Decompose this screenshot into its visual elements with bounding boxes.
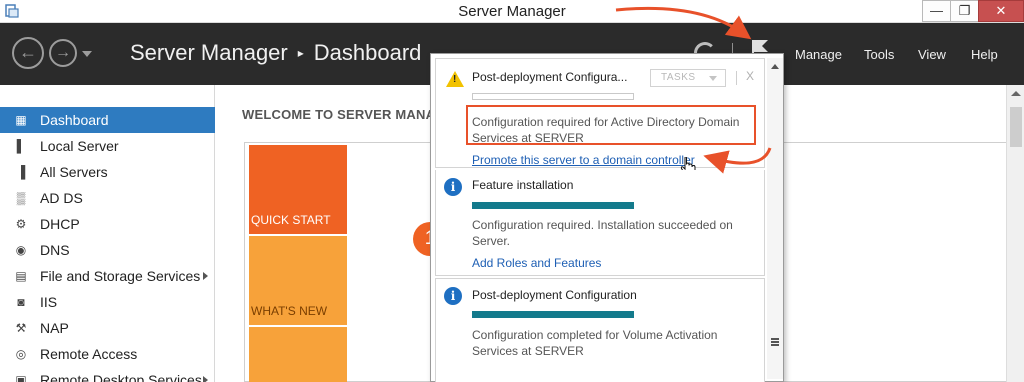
scroll-thumb[interactable] <box>1010 107 1022 147</box>
tasks-label: TASKS <box>661 72 696 83</box>
sidebar-item-remote-access[interactable]: ◎ Remote Access <box>0 341 215 367</box>
file-storage-icon: ▤ <box>15 269 27 283</box>
chevron-down-icon <box>709 76 717 81</box>
breadcrumb-current: Dashboard <box>313 40 422 65</box>
info-icon: i <box>444 287 462 305</box>
notification-card-feature-installation: i Feature installation Configuration req… <box>435 170 765 276</box>
window-titlebar: Server Manager — ❐ ✕ <box>0 0 1024 23</box>
expand-arrow-icon[interactable] <box>203 272 208 280</box>
sidebar-item-nap[interactable]: ⚒ NAP <box>0 315 215 341</box>
forward-button[interactable]: → <box>49 39 77 67</box>
sidebar-item-label: Dashboard <box>40 112 109 128</box>
notification-description: Configuration completed for Volume Activ… <box>472 328 718 358</box>
notification-card-post-deployment-volume: i Post-deployment Configuration Configur… <box>435 278 765 382</box>
sidebar-item-dashboard[interactable]: ▦ Dashboard <box>0 107 215 133</box>
main-scrollbar[interactable] <box>1006 85 1024 382</box>
notification-description: Configuration required. Installation suc… <box>472 218 733 248</box>
sidebar-item-label: IIS <box>40 294 58 310</box>
sidebar-item-dns[interactable]: ◉ DNS <box>0 237 215 263</box>
all-servers-icon: ▐ <box>16 165 26 179</box>
sidebar-item-iis[interactable]: ◙ IIS <box>0 289 215 315</box>
dismiss-notification-button[interactable]: X <box>746 69 754 83</box>
expand-arrow-icon[interactable] <box>203 376 208 382</box>
menu-view[interactable]: View <box>918 47 946 62</box>
window-title: Server Manager <box>458 3 566 20</box>
minimize-button[interactable]: — <box>922 0 951 22</box>
welcome-heading: WELCOME TO SERVER MANA <box>242 107 436 122</box>
iis-icon: ◙ <box>17 295 25 309</box>
tasks-dropdown[interactable]: TASKS <box>650 69 726 87</box>
arrow-left-icon: ← <box>19 42 37 62</box>
sidebar-item-label: AD DS <box>40 190 83 206</box>
notifications-popup: Post-deployment Configura... TASKS X Con… <box>430 53 784 382</box>
scroll-up-icon[interactable] <box>771 64 779 69</box>
tile-label: WHAT'S NEW <box>251 304 328 318</box>
sidebar-item-dhcp[interactable]: ⚙ DHCP <box>0 211 215 237</box>
sidebar-item-label: DNS <box>40 242 70 258</box>
sidebar-item-label: DHCP <box>40 216 80 232</box>
tile-label: QUICK START <box>251 213 331 227</box>
back-button[interactable]: ← <box>12 37 44 69</box>
remote-desktop-icon: ▣ <box>15 373 27 382</box>
progress-bar <box>472 202 634 209</box>
remote-access-icon: ◎ <box>15 347 27 361</box>
info-icon: i <box>444 178 462 196</box>
tile-learn-more[interactable] <box>249 327 347 382</box>
tile-whats-new[interactable]: WHAT'S NEW <box>249 236 347 325</box>
tile-quick-start[interactable]: QUICK START <box>249 145 347 234</box>
maximize-button[interactable]: ❐ <box>950 0 979 22</box>
warning-icon <box>446 71 464 87</box>
breadcrumb-separator-icon: ▸ <box>297 46 304 60</box>
notification-title: Post-deployment Configuration <box>472 288 637 302</box>
breadcrumb-root[interactable]: Server Manager <box>130 40 288 65</box>
promote-domain-controller-link[interactable]: Promote this server to a domain controll… <box>472 153 695 167</box>
dashboard-icon: ▦ <box>15 113 27 127</box>
sidebar: ▦ Dashboard ▌ Local Server ▐ All Servers… <box>0 85 215 382</box>
dhcp-icon: ⚙ <box>15 217 27 231</box>
notification-title: Feature installation <box>472 178 574 192</box>
sidebar-item-label: Remote Desktop Services <box>40 372 202 382</box>
sidebar-item-label: File and Storage Services <box>40 268 201 284</box>
menu-tools[interactable]: Tools <box>864 47 894 62</box>
breadcrumb: Server Manager ▸ Dashboard <box>130 40 421 66</box>
sidebar-item-label: All Servers <box>40 164 108 180</box>
history-dropdown-icon[interactable] <box>82 51 92 57</box>
local-server-icon: ▌ <box>16 139 26 153</box>
add-roles-features-link[interactable]: Add Roles and Features <box>472 256 601 270</box>
card-divider <box>736 71 737 85</box>
nap-icon: ⚒ <box>15 321 27 335</box>
progress-bar <box>472 93 634 100</box>
menu-help[interactable]: Help <box>971 47 998 62</box>
sidebar-item-remote-desktop[interactable]: ▣ Remote Desktop Services <box>0 367 215 382</box>
ad-ds-icon: ▒ <box>16 191 26 205</box>
sidebar-item-label: Local Server <box>40 138 119 154</box>
close-window-button[interactable]: ✕ <box>978 0 1024 22</box>
notification-title: Post-deployment Configura... <box>472 70 628 84</box>
menu-manage[interactable]: Manage <box>795 47 842 62</box>
dns-icon: ◉ <box>15 243 27 257</box>
sidebar-item-local-server[interactable]: ▌ Local Server <box>0 133 215 159</box>
sidebar-item-label: Remote Access <box>40 346 138 362</box>
sidebar-item-label: NAP <box>40 320 69 336</box>
scroll-grip-icon[interactable] <box>771 338 779 346</box>
sidebar-item-file-storage[interactable]: ▤ File and Storage Services <box>0 263 215 289</box>
sidebar-item-ad-ds[interactable]: ▒ AD DS <box>0 185 215 211</box>
notification-description: Configuration required for Active Direct… <box>472 115 740 145</box>
progress-bar <box>472 311 634 318</box>
notifications-scrollbar[interactable] <box>767 58 783 379</box>
sidebar-item-all-servers[interactable]: ▐ All Servers <box>0 159 215 185</box>
arrow-right-icon: → <box>55 44 71 61</box>
scroll-up-icon[interactable] <box>1011 91 1021 96</box>
notification-card-post-deployment-ad: Post-deployment Configura... TASKS X Con… <box>435 58 765 178</box>
